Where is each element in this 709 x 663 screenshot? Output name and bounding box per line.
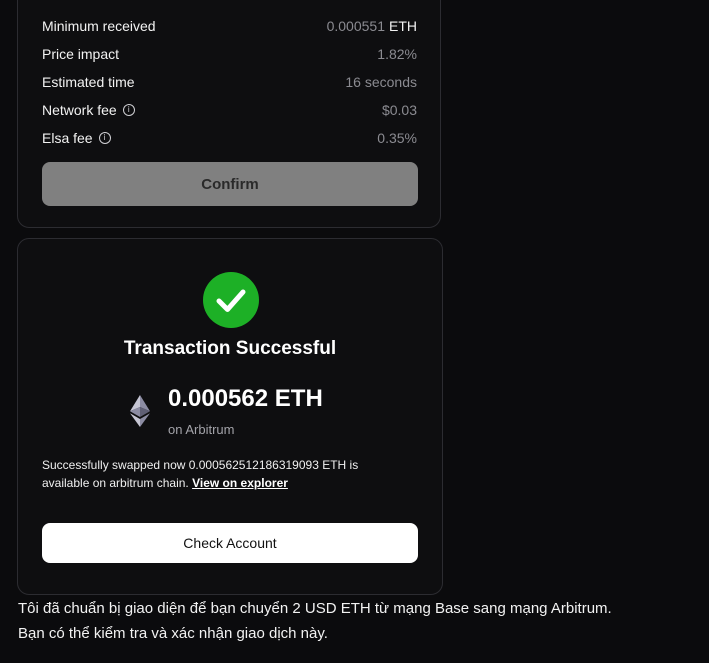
detail-label: Price impact bbox=[42, 46, 120, 62]
destination-network: on Arbitrum bbox=[168, 422, 235, 437]
check-account-button[interactable]: Check Account bbox=[42, 523, 418, 563]
detail-label: Elsa fee bbox=[42, 130, 93, 146]
detail-row-minimum-received: Minimum received 0.000551 ETH bbox=[42, 16, 417, 36]
received-amount: 0.000562 ETH bbox=[168, 385, 323, 412]
view-on-explorer-link[interactable]: View on explorer bbox=[192, 476, 288, 490]
detail-value: 16 seconds bbox=[345, 74, 417, 90]
detail-label: Estimated time bbox=[42, 74, 135, 90]
detail-row-network-fee: Network fee i $0.03 bbox=[42, 100, 417, 120]
swap-details-card: Minimum received 0.000551 ETH Price impac… bbox=[17, 0, 441, 228]
assistant-message-line: Bạn có thể kiểm tra và xác nhận giao dịc… bbox=[18, 625, 328, 642]
chat-page: Minimum received 0.000551 ETH Price impac… bbox=[0, 0, 709, 663]
info-icon[interactable]: i bbox=[98, 132, 111, 144]
detail-unit: ETH bbox=[389, 18, 417, 34]
detail-row-price-impact: Price impact 1.82% bbox=[42, 44, 417, 64]
detail-label-wrap: Network fee i bbox=[42, 102, 135, 118]
detail-row-estimated-time: Estimated time 16 seconds bbox=[42, 72, 417, 92]
success-title: Transaction Successful bbox=[123, 338, 337, 359]
assistant-message: Tôi đã chuẩn bị giao diện để bạn chuyển … bbox=[18, 596, 698, 646]
detail-value: 0.000551 ETH bbox=[326, 18, 417, 34]
detail-value: 1.82% bbox=[377, 46, 417, 62]
confirm-button[interactable]: Confirm bbox=[42, 162, 418, 206]
success-description: Successfully swapped now 0.0005625121863… bbox=[42, 456, 402, 492]
transaction-success-card: Transaction Successful 0.000562 ETH on A… bbox=[17, 238, 443, 595]
assistant-message-line: Tôi đã chuẩn bị giao diện để bạn chuyển … bbox=[18, 600, 612, 617]
detail-value: 0.35% bbox=[377, 130, 417, 146]
detail-value: $0.03 bbox=[381, 102, 417, 118]
detail-label: Network fee bbox=[42, 102, 117, 118]
info-icon[interactable]: i bbox=[122, 104, 135, 116]
detail-label: Minimum received bbox=[42, 18, 156, 34]
check-circle-icon bbox=[203, 272, 259, 328]
detail-row-elsa-fee: Elsa fee i 0.35% bbox=[42, 128, 417, 148]
ethereum-icon bbox=[130, 395, 150, 432]
detail-label-wrap: Elsa fee i bbox=[42, 130, 111, 146]
